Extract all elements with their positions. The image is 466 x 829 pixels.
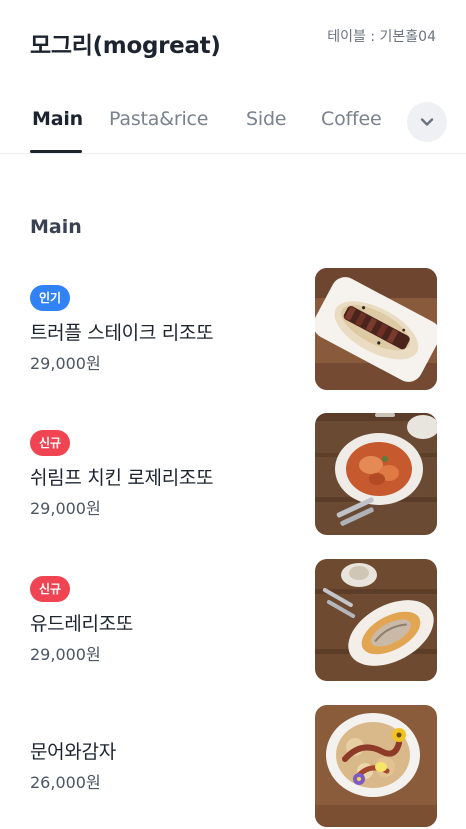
shrimp-chicken-rose-risotto-photo — [315, 413, 437, 535]
store-name: 모그리(mogreat) — [30, 33, 221, 59]
menu-item-risotto[interactable]: 신규 유드레리조또 29,000원 — [0, 559, 466, 681]
item-name: 쉬림프 치킨 로제리조또 — [30, 467, 214, 489]
item-price: 29,000원 — [30, 499, 101, 518]
tab-pasta-rice[interactable]: Pasta&rice — [109, 108, 208, 130]
steak-risotto-photo — [315, 268, 437, 390]
tab-coffee[interactable]: Coffee — [321, 108, 382, 130]
active-tab-indicator — [30, 150, 82, 153]
octopus-potato-photo — [315, 705, 437, 827]
section-title: Main — [30, 216, 82, 238]
item-price: 29,000원 — [30, 645, 101, 664]
item-name: 트러플 스테이크 리조또 — [30, 322, 214, 344]
chevron-down-icon — [420, 118, 434, 126]
item-price: 29,000원 — [30, 354, 101, 373]
tabs-more-button[interactable] — [407, 102, 447, 142]
menu-item-truffle-steak-risotto[interactable]: 인기 트러플 스테이크 리조또 29,000원 — [0, 268, 466, 390]
menu-item-octopus-potato[interactable]: 문어와감자 26,000원 — [0, 705, 466, 827]
popular-badge: 인기 — [30, 285, 71, 311]
tab-side[interactable]: Side — [246, 108, 286, 130]
item-name: 문어와감자 — [30, 741, 116, 763]
tab-main[interactable]: Main — [32, 108, 83, 130]
new-badge: 신규 — [30, 576, 71, 602]
new-badge: 신규 — [30, 430, 71, 456]
item-price: 26,000원 — [30, 773, 101, 792]
risotto-photo — [315, 559, 437, 681]
table-label: 테이블 : 기본홀04 — [327, 29, 436, 45]
header: 모그리(mogreat) 테이블 : 기본홀04 — [0, 0, 466, 84]
item-name: 유드레리조또 — [30, 613, 134, 635]
category-tabs: Main Pasta&rice Side Coffee — [0, 94, 466, 154]
menu-item-shrimp-chicken-rose-risotto[interactable]: 신규 쉬림프 치킨 로제리조또 29,000원 — [0, 413, 466, 535]
